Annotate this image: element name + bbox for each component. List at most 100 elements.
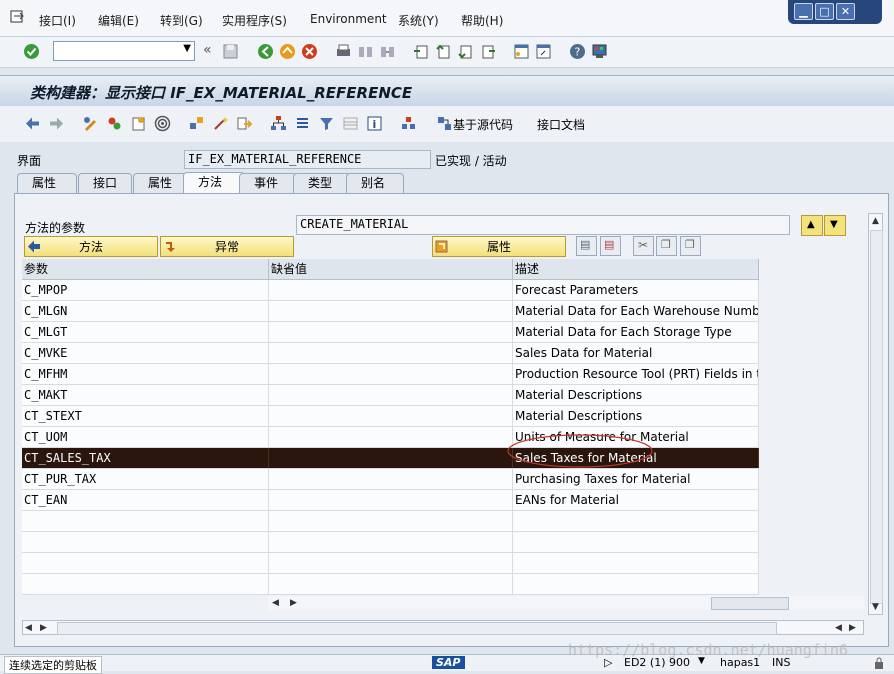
close-button[interactable]: ✕ [836,3,855,20]
parameter-cell[interactable]: C_MFHM [22,364,269,384]
default-value-cell[interactable] [269,490,513,510]
parameter-cell[interactable]: CT_PUR_TAX [22,469,269,489]
info-icon[interactable]: i [366,115,383,132]
enter-icon[interactable] [23,43,40,60]
default-value-cell[interactable] [269,364,513,384]
table-row[interactable]: CT_PUR_TAX Purchasing Taxes for Material [22,469,759,490]
delete-row-button[interactable]: ▤ [600,236,621,256]
description-cell[interactable]: Material Descriptions [513,385,759,405]
menu-interface[interactable]: 接口(I) [39,12,76,29]
new-session-icon[interactable] [513,43,530,60]
shortcut-icon[interactable] [535,43,552,60]
last-page-icon[interactable] [479,43,496,60]
parameter-cell[interactable] [22,532,269,552]
description-cell[interactable]: Material Data for Each Storage Type [513,322,759,342]
table-row[interactable]: C_MVKE Sales Data for Material [22,343,759,364]
table-row[interactable]: C_MAKT Material Descriptions [22,385,759,406]
display-change-icon[interactable] [82,115,99,132]
activate-icon[interactable] [130,115,147,132]
description-cell[interactable] [513,511,759,531]
default-value-cell[interactable] [269,427,513,447]
forward-arrow-icon[interactable] [48,115,65,132]
next-method-button[interactable]: ▼ [824,215,846,236]
menu-help[interactable]: 帮助(H) [461,12,503,29]
parameter-cell[interactable]: CT_SALES_TAX [22,448,269,468]
magic-wand-icon[interactable] [212,115,229,132]
parameter-cell[interactable] [22,511,269,531]
description-cell[interactable]: Forecast Parameters [513,280,759,300]
dropdown-icon[interactable]: ▼ [183,43,191,54]
description-cell[interactable]: Purchasing Taxes for Material [513,469,759,489]
check-icon[interactable] [106,115,123,132]
hierarchy-icon[interactable] [270,115,287,132]
tab-properties[interactable]: 属性 [17,173,77,193]
parameter-cell[interactable]: C_MPOP [22,280,269,300]
default-value-cell[interactable] [269,511,513,531]
default-value-cell[interactable] [269,532,513,552]
description-cell[interactable]: Production Resource Tool (PRT) Fields in… [513,364,759,384]
cancel-icon[interactable] [301,43,318,60]
scroll-thumb[interactable] [870,230,883,604]
collapse-icon[interactable]: « [203,42,212,58]
parameter-cell[interactable]: C_MAKT [22,385,269,405]
maximize-button[interactable]: □ [815,3,834,20]
table-row[interactable] [22,553,759,574]
parameter-cell[interactable]: CT_EAN [22,490,269,510]
back-arrow-icon[interactable] [24,115,41,132]
prev-page-icon[interactable] [435,43,452,60]
save-icon[interactable] [222,43,239,60]
exit-icon[interactable] [279,43,296,60]
menu-goto[interactable]: 转到(G) [160,12,203,29]
description-cell[interactable]: EANs for Material [513,490,759,510]
table-row[interactable]: C_MPOP Forecast Parameters [22,280,759,301]
default-value-cell[interactable] [269,385,513,405]
default-value-cell[interactable] [269,448,513,468]
next-page-icon[interactable] [457,43,474,60]
component-icon[interactable] [400,115,417,132]
default-value-cell[interactable] [269,301,513,321]
paste-button[interactable]: ❐ [680,236,701,256]
menu-utilities[interactable]: 实用程序(S) [222,12,287,29]
table-row[interactable]: CT_STEXT Material Descriptions [22,406,759,427]
panel-scroll-right2-icon[interactable]: ▶ [849,621,856,635]
source-code-icon[interactable] [436,115,453,132]
command-field[interactable]: ▼ [53,41,195,61]
parameter-cell[interactable]: CT_UOM [22,427,269,447]
tab-aliases[interactable]: 别名 [346,173,404,193]
system-menu-icon[interactable] [10,10,26,24]
parameter-cell[interactable]: CT_STEXT [22,406,269,426]
default-value-cell[interactable] [269,574,513,594]
column-header-parameter[interactable]: 参数 [22,259,269,280]
column-header-default[interactable]: 缺省值 [269,259,513,280]
methods-button[interactable]: 方法 [24,236,158,257]
table-horizontal-scrollbar[interactable]: ◀ ▶ [268,596,864,610]
description-cell[interactable]: Material Descriptions [513,406,759,426]
print-icon[interactable] [335,43,352,60]
layout-icon[interactable] [591,43,608,60]
scroll-up-icon[interactable]: ▲ [869,214,882,228]
tab-types[interactable]: 类型 [293,173,351,193]
table-hscroll-thumb[interactable] [711,597,789,610]
attributes-button[interactable]: 属性 [432,236,566,257]
tab-interfaces[interactable]: 接口 [78,173,132,193]
list-icon[interactable] [294,115,311,132]
table-row[interactable] [22,511,759,532]
vertical-scrollbar[interactable]: ▲ ▼ [868,213,883,615]
table-row[interactable] [22,574,759,595]
panel-horizontal-scrollbar[interactable]: ◀ ▶ ◀ ▶ [22,620,864,635]
tab-methods[interactable]: 方法 [183,172,245,194]
table-row[interactable]: C_MLGN Material Data for Each Warehouse N… [22,301,759,322]
source-code-button[interactable]: 基于源代码 [453,116,513,133]
table-row[interactable]: CT_EAN EANs for Material [22,490,759,511]
panel-scroll-left2-icon[interactable]: ◀ [835,621,842,635]
help-icon[interactable]: ? [569,43,586,60]
description-cell[interactable] [513,553,759,573]
parameter-cell[interactable]: C_MLGT [22,322,269,342]
panel-hscroll-thumb[interactable] [57,622,777,635]
default-value-cell[interactable] [269,343,513,363]
menu-edit[interactable]: 编辑(E) [98,12,139,29]
scroll-right-icon[interactable]: ▶ [290,596,297,610]
table-row[interactable]: C_MFHM Production Resource Tool (PRT) Fie… [22,364,759,385]
default-value-cell[interactable] [269,553,513,573]
menu-system[interactable]: 系统(Y) [398,12,439,29]
